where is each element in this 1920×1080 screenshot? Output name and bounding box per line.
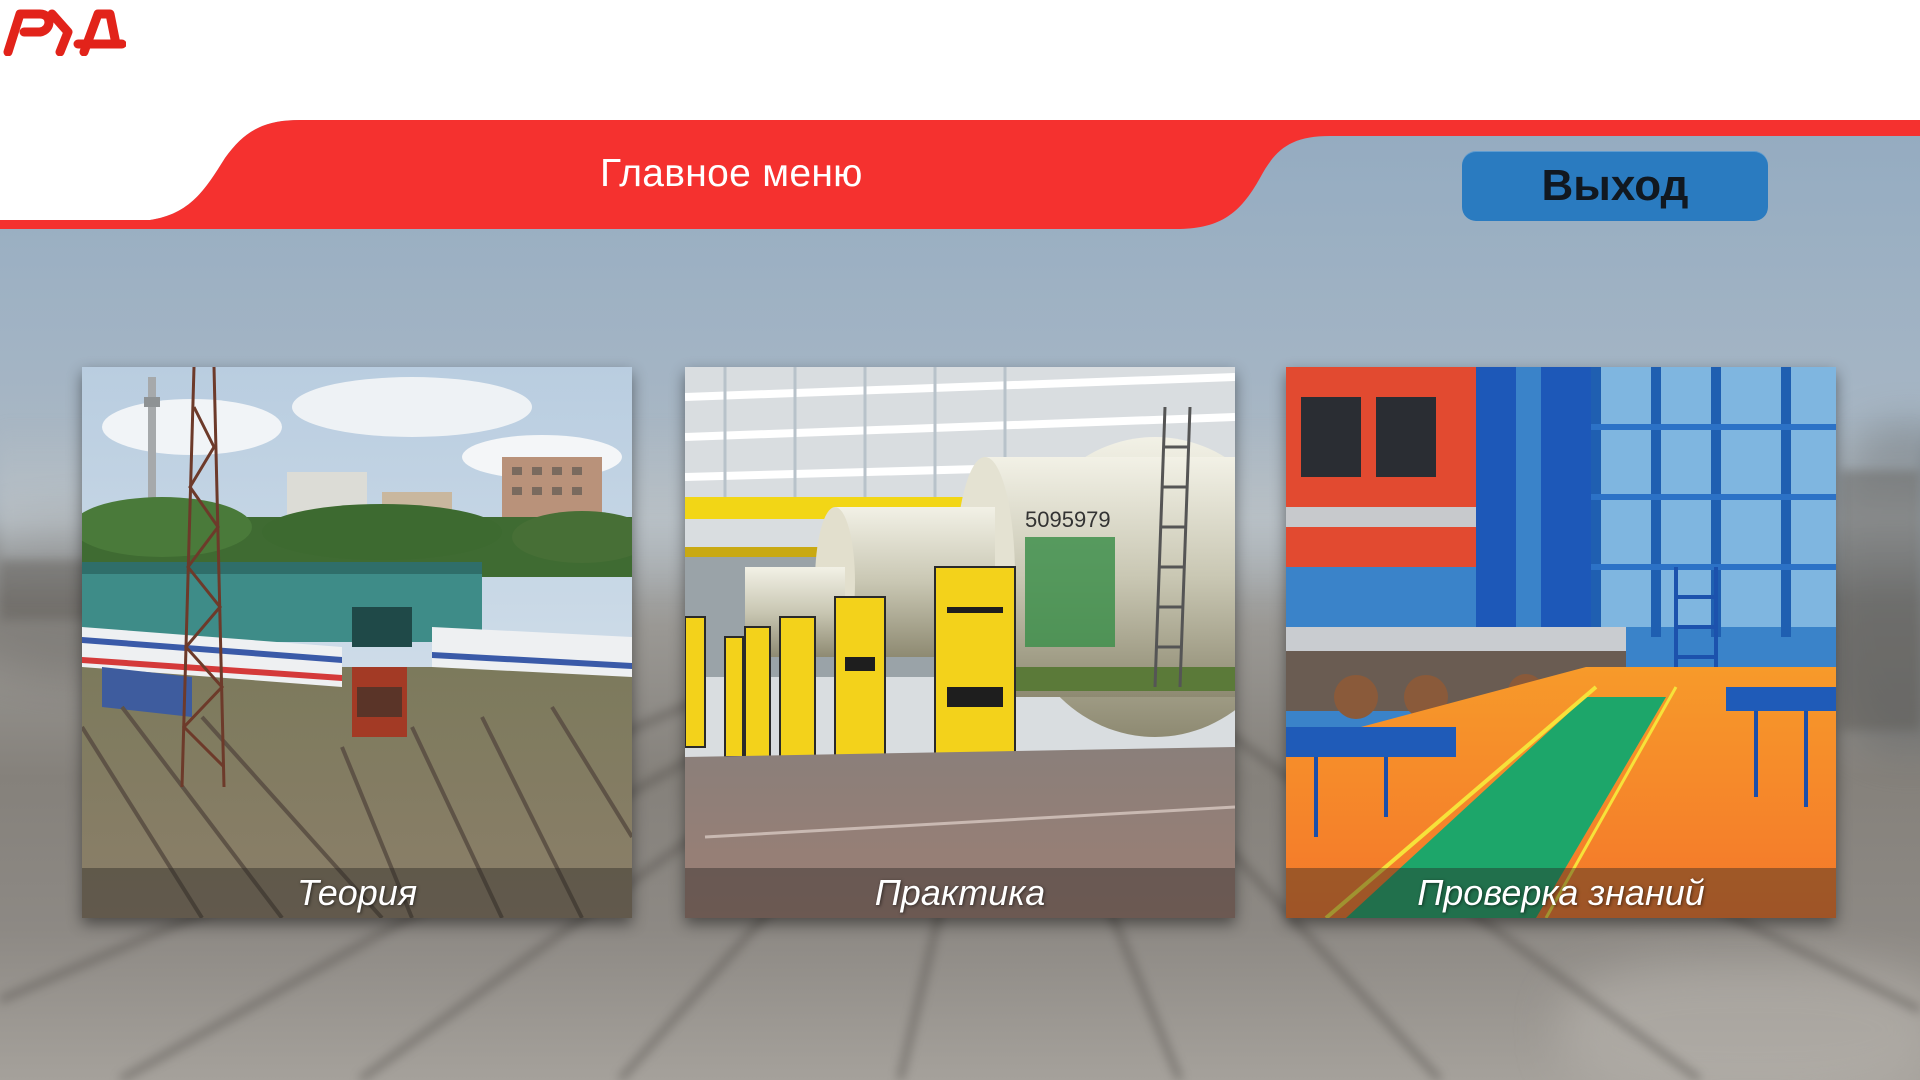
page-title: Главное меню [600,152,863,195]
rail-yard-photo [82,367,632,918]
menu-tile-theory[interactable]: Теория [82,367,632,918]
tile-label: Теория [296,872,418,913]
rzd-logo-icon [3,9,126,56]
tank-number-text: 5095979 [1025,507,1111,532]
tile-caption-bar: Проверка знаний [1286,868,1836,918]
tile-caption-bar: Теория [82,868,632,918]
tile-caption-bar: Практика [685,868,1235,918]
tile-label: Практика [874,872,1046,913]
exit-button[interactable]: Выход [1462,151,1768,221]
repair-depot-photo [1286,367,1836,918]
tank-cars-photo: 5095979 [685,367,1235,918]
menu-tile-practice[interactable]: 5095979 Практика [685,367,1235,918]
header: Главное меню Выход [0,0,1920,240]
tile-label: Проверка знаний [1417,872,1705,913]
menu-tile-knowledge-check[interactable]: Проверка знаний [1286,367,1836,918]
